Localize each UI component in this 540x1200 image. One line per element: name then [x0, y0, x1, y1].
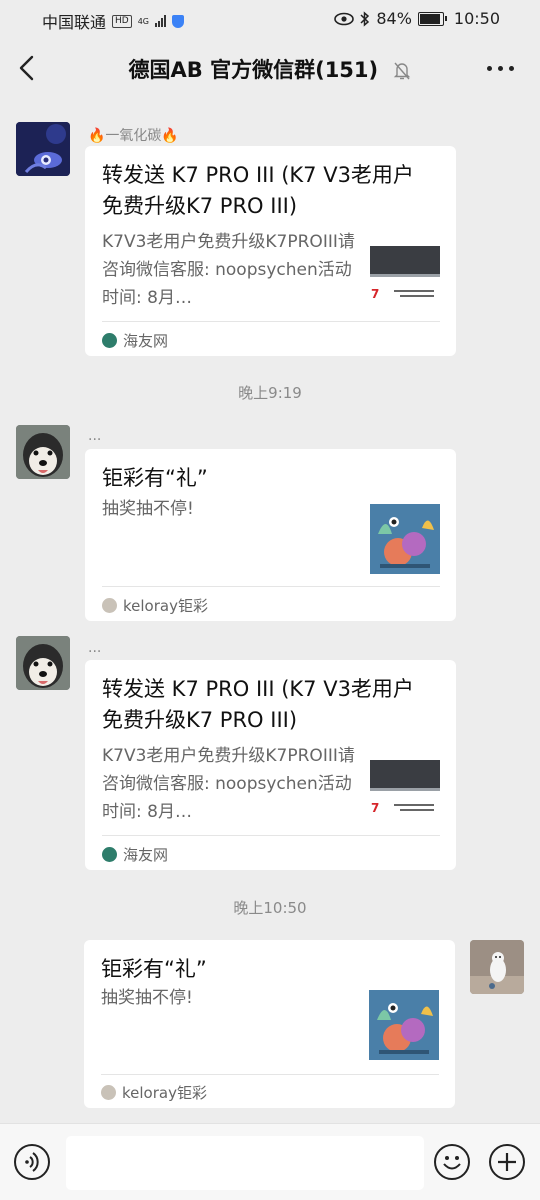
battery-percent: 84%: [376, 9, 412, 28]
chat-header: 德国AB 官方微信群(151): [0, 36, 540, 100]
muted-bell-icon: [394, 62, 411, 80]
group-name: 德国AB 官方微信群(151): [128, 58, 379, 82]
card-title: 钜彩有“礼”: [101, 957, 207, 981]
clock: 10:50: [453, 9, 500, 28]
card-source: 海友网: [102, 330, 168, 351]
card-source-label: 海友网: [123, 332, 169, 350]
carrier-label: 中国联通: [42, 13, 107, 32]
keloray-logo-icon: [102, 598, 117, 613]
link-card[interactable]: 钜彩有“礼” 抽奖抽不停! keloray钜彩: [85, 449, 456, 621]
battery-icon: [417, 11, 447, 26]
more-functions-button[interactable]: [489, 1144, 525, 1180]
card-description: 抽奖抽不停!: [101, 988, 193, 1008]
voice-input-button[interactable]: [14, 1144, 50, 1180]
plus-icon: [498, 1153, 516, 1171]
card-source: keloray钜彩: [101, 1082, 207, 1103]
card-thumbnail: 7: [370, 238, 440, 308]
card-description: K7V3老用户免费升级K7PROIII请咨询微信客服: noopsychen活动…: [102, 746, 355, 822]
link-card[interactable]: 钜彩有“礼” 抽奖抽不停! keloray钜彩: [84, 940, 455, 1108]
haiyou-logo-icon: [102, 847, 117, 862]
card-source: 海友网: [102, 844, 168, 865]
signal-icon: [155, 15, 167, 27]
shield-icon: [172, 14, 185, 28]
eye-icon: [334, 12, 355, 25]
haiyou-logo-icon: [102, 333, 117, 348]
avatar[interactable]: [16, 122, 70, 176]
card-title: 钜彩有“礼”: [102, 466, 208, 490]
avatar[interactable]: [470, 940, 524, 994]
svg-text:7: 7: [371, 287, 379, 301]
chat-timestamp: 晚上10:50: [233, 899, 307, 917]
hd-badge: HD: [112, 14, 132, 28]
card-title: 转发送 K7 PRO III (K7 V3老用户免费升级K7 PRO III): [102, 677, 414, 732]
page-title: 德国AB 官方微信群(151): [0, 54, 540, 84]
keloray-logo-icon: [101, 1085, 116, 1100]
status-bar: 中国联通 HD 4G 84% 10:50: [0, 0, 540, 36]
card-thumbnail: [370, 504, 440, 574]
input-toolbar: [0, 1123, 540, 1200]
card-source: keloray钜彩: [102, 595, 208, 616]
sender-name: ...: [88, 640, 102, 656]
card-source-label: 海友网: [123, 846, 169, 864]
more-options-button[interactable]: [487, 66, 514, 71]
avatar[interactable]: [16, 636, 70, 690]
smiley-icon: [443, 1156, 461, 1170]
card-title: 转发送 K7 PRO III (K7 V3老用户免费升级K7 PRO III): [102, 163, 414, 218]
card-source-label: keloray钜彩: [123, 597, 208, 615]
voice-icon: [25, 1152, 39, 1172]
bluetooth-icon: [360, 10, 370, 27]
sender-name: 🔥一氧化碳🔥: [88, 128, 179, 144]
network-label: 4G: [137, 16, 150, 26]
link-card[interactable]: 转发送 K7 PRO III (K7 V3老用户免费升级K7 PRO III) …: [85, 660, 456, 870]
chat-timestamp: 晚上9:19: [238, 384, 302, 402]
link-card[interactable]: 转发送 K7 PRO III (K7 V3老用户免费升级K7 PRO III) …: [85, 146, 456, 356]
avatar[interactable]: [16, 425, 70, 479]
card-description: K7V3老用户免费升级K7PROIII请咨询微信客服: noopsychen活动…: [102, 232, 355, 308]
sender-name: ...: [88, 428, 102, 444]
card-thumbnail: [369, 990, 439, 1060]
card-description: 抽奖抽不停!: [102, 499, 194, 519]
emoji-button[interactable]: [434, 1144, 470, 1180]
card-thumbnail: 7: [370, 752, 440, 822]
message-input[interactable]: [66, 1136, 424, 1190]
card-source-label: keloray钜彩: [122, 1084, 207, 1102]
svg-text:7: 7: [371, 801, 379, 815]
